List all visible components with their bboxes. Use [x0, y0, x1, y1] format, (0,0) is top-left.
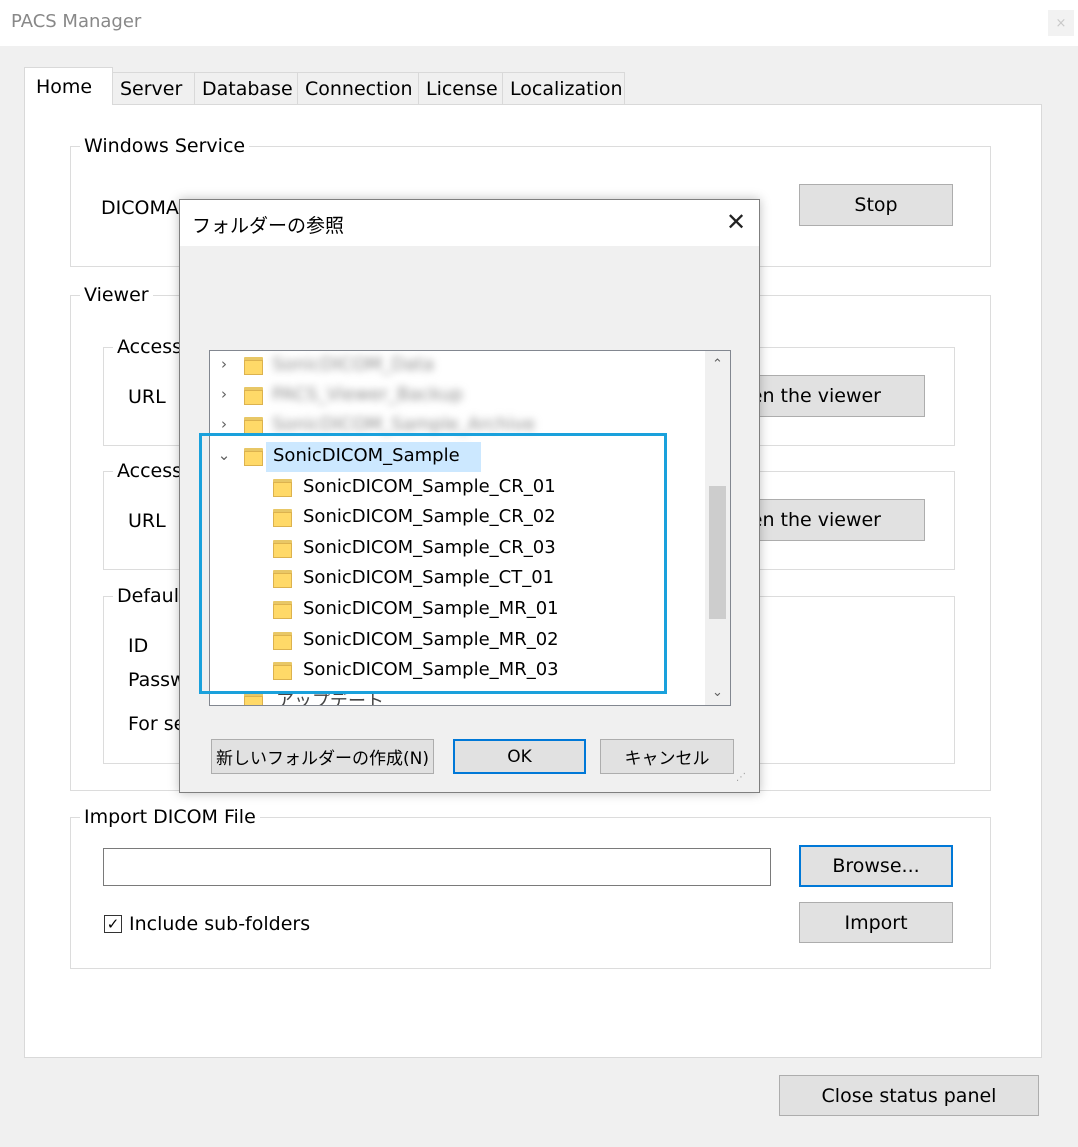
service-status-text: DICOMA [101, 197, 179, 219]
tab-database[interactable]: Database [194, 72, 298, 105]
access-legend-1: Access [113, 336, 187, 358]
stop-button[interactable]: Stop [799, 184, 953, 226]
button-label: en the viewer [750, 509, 881, 531]
close-status-panel-button[interactable]: Close status panel [779, 1075, 1039, 1116]
dialog-title: フォルダーの参照 [192, 215, 345, 237]
include-subfolders-checkbox[interactable]: ✓ [104, 915, 122, 933]
tab-label: Database [202, 78, 293, 100]
button-label: 新しいフォルダーの作成(N) [216, 749, 429, 769]
tab-license[interactable]: License [418, 72, 503, 105]
tree-item[interactable]: › PACS_Viewer_Backup [210, 381, 705, 411]
button-label: Stop [854, 194, 898, 216]
tree-item-label: SonicDICOM_Sample_Archive [272, 414, 536, 435]
highlight-annotation-box [199, 433, 667, 694]
dialog-close-button[interactable]: ✕ [722, 208, 750, 236]
tree-scrollbar[interactable]: ⌃ ⌄ [705, 351, 730, 705]
resize-grip-icon[interactable]: ⋰ [736, 772, 746, 783]
url-label-2: URL [128, 510, 166, 532]
close-icon: ✕ [725, 208, 747, 236]
dialog-titlebar: フォルダーの参照 ✕ [180, 200, 759, 246]
tab-label: Server [120, 78, 183, 100]
for-label: For se [128, 713, 186, 735]
tab-home[interactable]: Home [24, 67, 113, 105]
tab-label: Connection [305, 78, 413, 100]
tab-connection[interactable]: Connection [297, 72, 419, 105]
tree-item-label: SonicDICOM_Data [272, 354, 435, 375]
button-label: en the viewer [750, 385, 881, 407]
expand-icon[interactable]: › [216, 385, 232, 403]
tab-label: Home [36, 76, 93, 98]
window-close-button[interactable]: × [1048, 10, 1074, 36]
window-titlebar: PACS Manager × [0, 0, 1078, 46]
tab-label: License [426, 78, 498, 100]
password-label: Passw [128, 669, 186, 691]
button-label: キャンセル [624, 749, 710, 769]
new-folder-button[interactable]: 新しいフォルダーの作成(N) [211, 739, 434, 774]
folder-icon [244, 357, 263, 375]
tab-localization[interactable]: Localization [502, 72, 625, 105]
tab-label: Localization [510, 78, 623, 100]
ok-button[interactable]: OK [453, 739, 586, 774]
url-label-1: URL [128, 386, 166, 408]
scroll-down-icon[interactable]: ⌄ [705, 679, 730, 705]
button-label: Import [844, 911, 908, 934]
close-icon: × [1055, 15, 1067, 31]
viewer-legend: Viewer [80, 284, 153, 306]
browse-button[interactable]: Browse... [799, 845, 953, 887]
scroll-up-icon[interactable]: ⌃ [705, 351, 730, 377]
checkmark-icon: ✓ [106, 915, 120, 933]
access-legend-2: Access [113, 460, 187, 482]
include-subfolders-label: Include sub-folders [129, 913, 311, 935]
folder-icon [244, 693, 263, 705]
scrollbar-thumb[interactable] [709, 486, 726, 619]
id-label: ID [128, 635, 149, 657]
folder-icon [244, 387, 263, 405]
import-group [70, 817, 991, 969]
button-label: Close status panel [821, 1084, 997, 1107]
import-legend: Import DICOM File [80, 806, 260, 828]
button-label: Browse... [832, 855, 920, 877]
windows-service-legend: Windows Service [80, 135, 250, 157]
tab-server[interactable]: Server [112, 72, 195, 105]
expand-icon[interactable]: › [216, 415, 232, 433]
button-label: OK [507, 746, 532, 767]
import-button[interactable]: Import [799, 902, 953, 943]
expand-icon[interactable]: › [216, 355, 232, 373]
import-path-input[interactable] [103, 848, 771, 886]
tree-item-label: PACS_Viewer_Backup [272, 384, 463, 405]
cancel-button[interactable]: キャンセル [600, 739, 734, 774]
window-title: PACS Manager [11, 11, 142, 32]
tree-item[interactable]: › SonicDICOM_Data [210, 351, 705, 381]
